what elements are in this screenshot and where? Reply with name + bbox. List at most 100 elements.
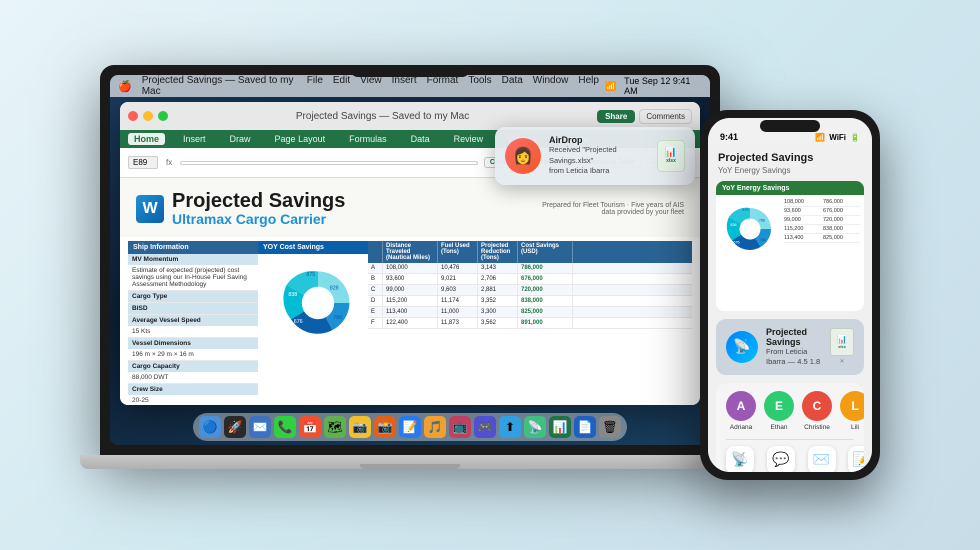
dock-photos-icon[interactable]: 📷	[349, 416, 371, 438]
airdrop-sender: From Leticia Ibarra — 4.5 1.8	[766, 347, 822, 367]
dock-reminders-icon[interactable]: 📝	[399, 416, 421, 438]
dock-music-icon[interactable]: 🎵	[424, 416, 446, 438]
row-2-fuel: 9,021	[438, 274, 478, 284]
menu-help[interactable]: Help	[578, 75, 599, 97]
dock-airdrop-icon[interactable]: 📡	[524, 416, 546, 438]
dock-launchpad-icon[interactable]: 🚀	[224, 416, 246, 438]
menu-window[interactable]: Window	[533, 75, 569, 97]
menu-file[interactable]: File	[307, 75, 323, 97]
maximize-button[interactable]	[158, 111, 168, 121]
capacity-value: 88,000 DWT	[128, 372, 258, 383]
info-row-bisd: BISD	[128, 303, 258, 315]
ribbon-tab-formulas[interactable]: Formulas	[343, 133, 393, 145]
dock-finder-icon[interactable]: 🔵	[199, 416, 221, 438]
info-row-capacity: Cargo Capacity 88,000 DWT	[128, 361, 258, 384]
spreadsheet-content: W Projected Savings Ultramax Cargo Carri…	[120, 178, 700, 405]
ribbon-tab-data[interactable]: Data	[405, 133, 436, 145]
dock-camera-icon[interactable]: 📸	[374, 416, 396, 438]
dock-arcade-icon[interactable]: 🎮	[474, 416, 496, 438]
share-option-mail[interactable]: ✉️ Mail	[808, 446, 836, 473]
mac-airdrop-notification[interactable]: 👩 AirDrop Received "Projected Savings.xl…	[495, 127, 695, 185]
contact-lili[interactable]: L Lili	[840, 391, 864, 431]
minimize-button[interactable]	[143, 111, 153, 121]
menu-data[interactable]: Data	[502, 75, 523, 97]
dock-maps-icon[interactable]: 🗺	[324, 416, 346, 438]
dock-appstore-icon[interactable]: ⬆	[499, 416, 521, 438]
formula-input[interactable]	[180, 161, 478, 165]
iphone-sheet-content: 786 676 838 875 786 108,000 786,000	[716, 195, 864, 263]
menu-format[interactable]: Format	[427, 75, 459, 97]
contact-ethan[interactable]: E Ethan	[764, 391, 794, 431]
row-6-fuel: 11,873	[438, 318, 478, 328]
contact-avatar-ethan: E	[764, 391, 794, 421]
airdrop-text-block: Projected Savings From Leticia Ibarra — …	[766, 327, 822, 367]
ribbon-tab-page-layout[interactable]: Page Layout	[269, 133, 332, 145]
row-6-num: F	[368, 318, 383, 328]
sheet-header: W Projected Savings Ultramax Cargo Carri…	[120, 178, 700, 237]
row-1-reduction: 3,143	[478, 263, 518, 273]
svg-text:676: 676	[733, 240, 739, 244]
iphone-mini-row: 99,000 720,000	[784, 217, 860, 225]
comments-button[interactable]: Comments	[639, 109, 692, 124]
battery-icon: 🔋	[850, 133, 860, 142]
share-button[interactable]: Share	[597, 110, 635, 123]
menubar-right: 📶 Tue Sep 12 9:41 AM	[605, 76, 702, 96]
ribbon-tab-draw[interactable]: Draw	[224, 133, 257, 145]
menu-excel[interactable]: Projected Savings — Saved to my Mac	[142, 75, 297, 97]
desktop-background: 👩 AirDrop Received "Projected Savings.xl…	[110, 97, 710, 445]
menu-view[interactable]: View	[360, 75, 382, 97]
menu-insert[interactable]: Insert	[392, 75, 417, 97]
row-2-distance: 93,600	[383, 274, 438, 284]
menu-edit[interactable]: Edit	[333, 75, 350, 97]
chart-area: 786 676 838 875 828	[258, 254, 378, 352]
speed-label: Average Vessel Speed	[128, 315, 258, 326]
row-6-savings: 891,000	[518, 318, 573, 328]
share-contacts-row: A Adriana E Ethan C Christine L	[716, 383, 864, 439]
iphone-airdrop-notification[interactable]: 📡 Projected Savings From Leticia Ibarra …	[716, 319, 864, 375]
date-time: Tue Sep 12 9:41 AM	[624, 76, 702, 96]
chart-label-786: 786	[333, 316, 342, 322]
dock-calendar-icon[interactable]: 📅	[299, 416, 321, 438]
share-option-notes[interactable]: 📝 Notes	[848, 446, 864, 473]
close-icon[interactable]: ✕	[839, 358, 844, 365]
dock-mail-icon[interactable]: ✉️	[249, 416, 271, 438]
row-5-savings: 825,000	[518, 307, 573, 317]
projected-savings-title: Projected Savings	[172, 190, 345, 212]
iphone-screen: 9:41 📶 WiFi 🔋 Projected Savings YoY Ener…	[708, 118, 872, 472]
contact-avatar-lili: L	[840, 391, 864, 421]
svg-text:875: 875	[742, 208, 748, 212]
cell-reference-box[interactable]: E89	[128, 156, 158, 169]
table-row: A 108,000 10,476 3,143 786,000	[368, 263, 692, 274]
contact-christine[interactable]: C Christine	[802, 391, 832, 431]
macbook-notch	[350, 65, 470, 77]
iphone-sheet-header-bar: YoY Energy Savings	[716, 181, 864, 195]
dock-tv-icon[interactable]: 📺	[449, 416, 471, 438]
dock-facetime-icon[interactable]: 📞	[274, 416, 296, 438]
traffic-lights	[128, 111, 168, 121]
share-option-airdrop[interactable]: 📡 AirDrop	[726, 446, 754, 473]
chart-label-838: 838	[288, 292, 297, 298]
share-option-messages[interactable]: 💬 Messages	[766, 446, 796, 473]
ribbon-tab-insert[interactable]: Insert	[177, 133, 212, 145]
dock-word-icon[interactable]: 📄	[574, 416, 596, 438]
contact-adriana[interactable]: A Adriana	[726, 391, 756, 431]
row-4-reduction: 3,352	[478, 296, 518, 306]
menu-tools[interactable]: Tools	[468, 75, 491, 97]
dock-trash-icon[interactable]: 🗑	[599, 416, 621, 438]
iphone-spreadsheet-preview[interactable]: YoY Energy Savings 786 676	[716, 181, 864, 311]
dimensions-label: Vessel Dimensions	[128, 338, 258, 349]
iphone-status-right: 📶 WiFi 🔋	[815, 133, 860, 142]
macos-menubar: 🍎 Projected Savings — Saved to my Mac Fi…	[110, 75, 710, 97]
iphone-content: Projected Savings YoY Energy Savings YoY…	[708, 146, 872, 472]
row-2-reduction: 2,706	[478, 274, 518, 284]
ribbon-tab-review[interactable]: Review	[448, 133, 490, 145]
col-savings: Cost Savings (USD)	[518, 241, 573, 263]
info-row-dimensions: Vessel Dimensions 196 m × 29 m × 16 m	[128, 338, 258, 361]
close-button[interactable]	[128, 111, 138, 121]
mac-airdrop-file-icon: 📊 xlsx	[657, 140, 685, 172]
contact-name-lili: Lili	[851, 424, 859, 431]
dock-excel-icon[interactable]: 📊	[549, 416, 571, 438]
row-4-savings: 838,000	[518, 296, 573, 306]
row-2-num: B	[368, 274, 383, 284]
ribbon-tab-home[interactable]: Home	[128, 133, 165, 145]
